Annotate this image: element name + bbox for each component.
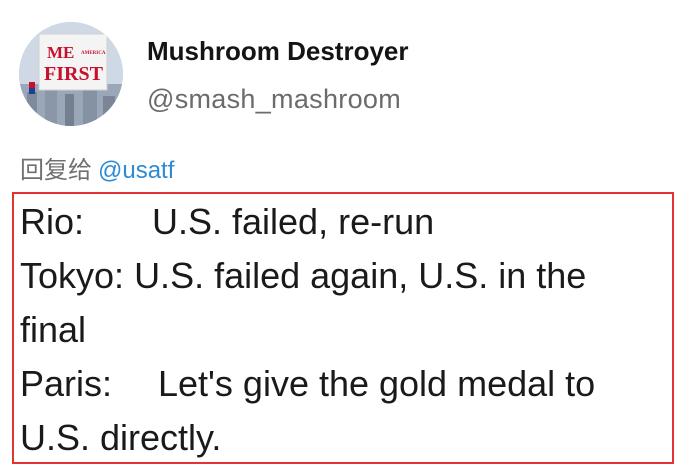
reply-mention-link[interactable]: @usatf	[98, 157, 174, 184]
paris-label: Paris:	[20, 363, 113, 404]
tweet-line-tokyo: Tokyo: U.S. failed again, U.S. in the	[20, 249, 670, 303]
reply-label: 回复给	[20, 157, 92, 184]
tweet-line-tokyo-cont: final	[20, 303, 670, 357]
avatar-line1: ME	[47, 43, 74, 62]
tokyo-text: U.S. failed again, U.S. in the	[134, 255, 587, 296]
tweet-line-rio: Rio: U.S. failed, re-run	[20, 195, 670, 249]
tokyo-text-cont: final	[20, 309, 87, 350]
avatar-small-text: AMERICA	[81, 51, 106, 56]
rio-label: Rio:	[20, 201, 85, 242]
rio-text: U.S. failed, re-run	[152, 201, 435, 242]
tweet-line-paris-cont: U.S. directly.	[20, 411, 670, 465]
tweet-line-paris: Paris: Let's give the gold medal to	[20, 357, 670, 411]
avatar[interactable]: ME AMERICA FIRST	[19, 22, 123, 126]
display-name[interactable]: Mushroom Destroyer	[147, 36, 409, 67]
paris-text-cont: U.S. directly.	[20, 417, 222, 458]
tweet-body: Rio: U.S. failed, re-run Tokyo: U.S. fail…	[20, 195, 670, 465]
tweet-header: ME AMERICA FIRST Mushroom Destroyer @sma…	[0, 0, 700, 140]
paris-text: Let's give the gold medal to	[158, 363, 596, 404]
user-handle[interactable]: @smash_mashroom	[147, 84, 401, 115]
avatar-line2: FIRST	[44, 63, 104, 85]
tokyo-label: Tokyo:	[20, 255, 125, 296]
me-first-billboard-icon: ME AMERICA FIRST	[19, 22, 123, 126]
reply-line: 回复给 @usatf	[20, 150, 174, 185]
